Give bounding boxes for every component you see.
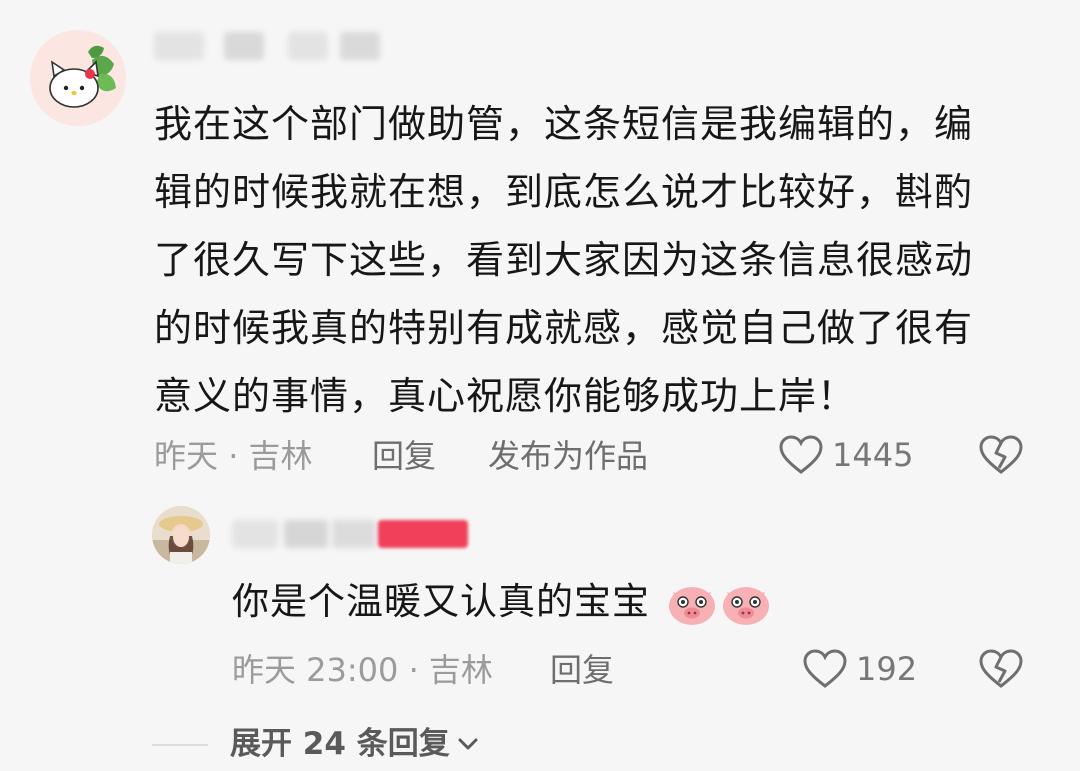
comment-like-count: 1445 — [832, 436, 914, 474]
reply-location: 吉林 — [428, 651, 493, 689]
reply-like-count: 192 — [856, 650, 918, 688]
broken-heart-icon — [979, 649, 1023, 688]
replier-name-blurred[interactable] — [232, 520, 468, 548]
reply-like-button[interactable]: 192 — [802, 648, 917, 690]
pig-emoji-icon — [722, 586, 769, 625]
replier-avatar[interactable] — [152, 506, 210, 564]
reply-dislike-button[interactable] — [978, 648, 1024, 694]
chevron-down-icon — [458, 738, 478, 750]
meta-separator: · — [228, 437, 249, 475]
pig-emoji-icon — [668, 586, 715, 625]
comment-meta: 昨天 · 吉林 — [154, 436, 313, 476]
comment-reply-button[interactable]: 回复 — [372, 436, 436, 476]
hello-kitty-avatar-icon — [30, 30, 126, 126]
commenter-avatar[interactable] — [30, 30, 126, 126]
comment-line: 辑的时候我就在想，到底怎么说才比较好，斟酌 — [154, 170, 974, 214]
comment-like-button[interactable]: 1445 — [778, 434, 913, 476]
reply-meta: 昨天 23:00 · 吉林 — [232, 650, 493, 690]
comment-location: 吉林 — [248, 437, 313, 475]
commenter-name-blurred[interactable] — [154, 32, 384, 60]
heart-icon — [779, 435, 823, 474]
comment-line: 我在这个部门做助管，这条短信是我编辑的，编 — [154, 102, 974, 146]
expand-replies-label: 展开 24 条回复 — [230, 726, 450, 762]
meta-separator: · — [408, 651, 429, 689]
reply-text: 你是个温暖又认真的宝宝 — [232, 580, 650, 623]
comment-text: 我在这个部门做助管，这条短信是我编辑的，编 辑的时候我就在想，到底怎么说才比较好… — [154, 90, 1034, 430]
comment-line: 了很久写下这些，看到大家因为这条信息很感动 — [154, 238, 974, 282]
expand-replies-button[interactable]: 展开 24 条回复 — [230, 724, 480, 764]
broken-heart-icon — [979, 435, 1023, 474]
comment-line: 意义的事情，真心祝愿你能够成功上岸！ — [154, 374, 857, 418]
comment-line: 的时候我真的特别有成就感，感觉自己做了很有 — [154, 306, 974, 350]
publish-as-work-button[interactable]: 发布为作品 — [488, 436, 648, 476]
comment-time: 昨天 — [154, 437, 219, 475]
reply-time: 昨天 23:00 — [232, 651, 399, 689]
girl-photo-avatar-icon — [152, 506, 210, 564]
reply-text-line: 你是个温暖又认真的宝宝 — [232, 572, 771, 632]
comment-dislike-button[interactable] — [978, 434, 1024, 480]
reply-reply-button[interactable]: 回复 — [550, 650, 614, 690]
expand-divider — [152, 744, 208, 746]
heart-icon — [803, 649, 847, 688]
